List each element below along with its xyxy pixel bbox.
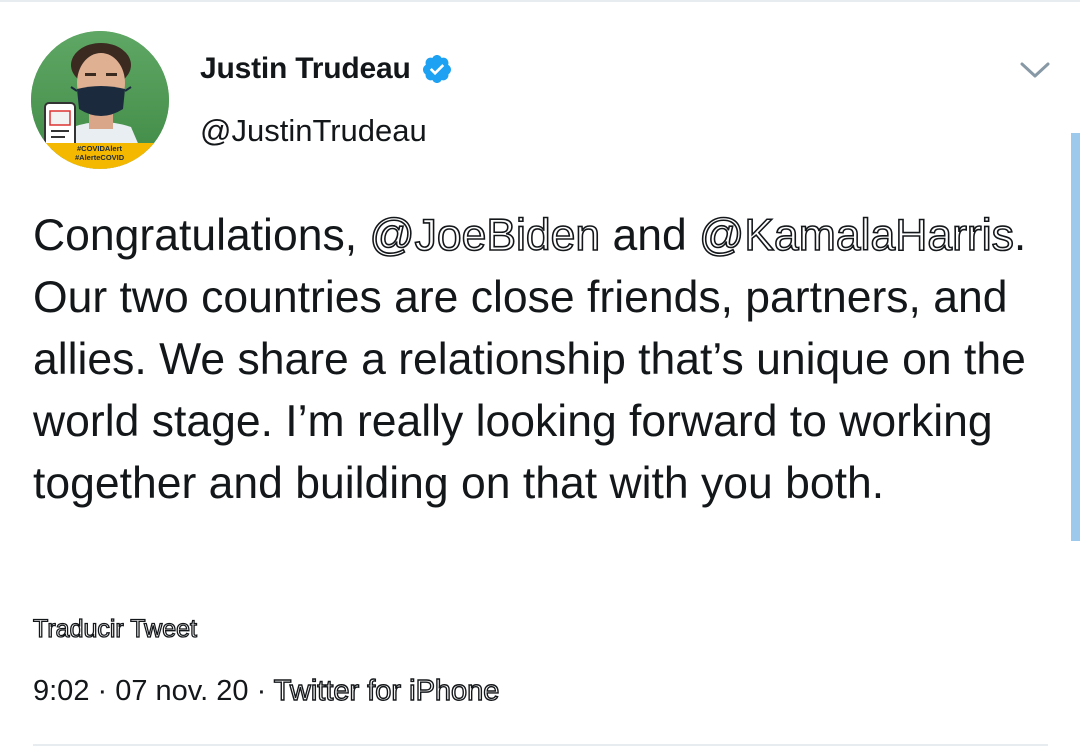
- tweet-text-part2: and: [600, 211, 700, 260]
- author-name[interactable]: Justin Trudeau: [200, 52, 411, 86]
- tweet-detail: #COVIDAlert #AlerteCOVID Justin Trudeau …: [0, 0, 1080, 748]
- chevron-down-icon[interactable]: [1018, 56, 1052, 82]
- avatar-badge-line2: #AlerteCOVID: [75, 153, 125, 162]
- translate-tweet-link[interactable]: Traducir Tweet: [32, 614, 197, 644]
- meta-separator-2: ·: [248, 675, 274, 707]
- author-handle[interactable]: @JustinTrudeau: [200, 113, 427, 149]
- mention-kamalaharris-link[interactable]: @KamalaHarris: [698, 210, 1014, 261]
- author-name-row[interactable]: Justin Trudeau: [200, 52, 453, 86]
- tweet-source-link[interactable]: Twitter for iPhone: [273, 674, 500, 707]
- scrollbar[interactable]: [1071, 133, 1080, 541]
- tweet-time: 9:02: [33, 675, 90, 707]
- tweet-meta: 9:02 · 07 nov. 20 · Twitter for iPhone: [33, 674, 500, 708]
- avatar-badge-line1: #COVIDAlert: [77, 144, 123, 153]
- mention-joebiden-link[interactable]: @JoeBiden: [369, 210, 601, 261]
- tweet-text-part1: Congratulations,: [33, 211, 370, 260]
- meta-separator: ·: [89, 675, 116, 707]
- verified-badge-icon: [421, 53, 453, 85]
- tweet-date: 07 nov. 20: [115, 675, 249, 707]
- bottom-divider: [33, 744, 1048, 746]
- avatar[interactable]: #COVIDAlert #AlerteCOVID: [31, 31, 169, 169]
- tweet-text: Congratulations, @JoeBiden and @KamalaHa…: [33, 205, 1053, 515]
